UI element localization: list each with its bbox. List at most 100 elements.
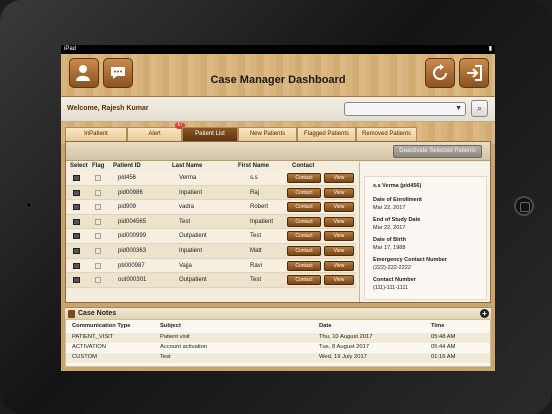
select-checkbox[interactable] [73, 175, 80, 181]
col-subject: Subject [160, 323, 181, 329]
select-checkbox[interactable] [73, 204, 80, 211]
flag-icon[interactable] [95, 233, 101, 240]
dob-value: Mar 17, 1988 [373, 245, 406, 251]
note-time-cell: 05:44 AM [431, 344, 456, 350]
note-type-cell: ACTIVATION [72, 344, 106, 350]
search-button[interactable]: ⌕ [471, 100, 488, 117]
case-note-row[interactable]: PATIENT_VISIT Patient visit Thu, 10 August… [66, 333, 490, 343]
flag-icon[interactable] [95, 204, 101, 211]
patient-table[interactable]: Select Flag Patient ID Last Name First N… [66, 161, 356, 303]
contact-button[interactable]: Contact [287, 187, 321, 198]
col-last-name: Last Name [172, 163, 203, 169]
deactivate-selected-button[interactable]: Deactivate Selected Patients [393, 145, 482, 158]
tab-label: New Patients [249, 131, 286, 137]
add-note-button[interactable]: + [480, 309, 489, 318]
col-contact: Contact [292, 163, 315, 169]
first-name-cell: Test [250, 277, 262, 284]
flag-icon[interactable] [95, 175, 101, 181]
col-flag: Flag [92, 163, 105, 169]
table-row[interactable]: pid456 Verma s.s Contact View [66, 171, 356, 186]
col-date: Date [319, 323, 332, 329]
select-checkbox[interactable] [73, 189, 80, 196]
contact-button[interactable]: Contact [287, 173, 321, 183]
view-button[interactable]: View [324, 173, 354, 183]
patient-id-cell: pb000987 [118, 262, 145, 269]
tab-inpatient[interactable]: InPatient [65, 127, 127, 142]
last-name-cell: Test [179, 218, 191, 225]
case-note-row[interactable]: ACTIVATION Account activation Tue, 8 Augus… [66, 343, 490, 353]
refresh-icon [433, 64, 447, 80]
table-row[interactable]: pid000363 Inpatient Matt Contact View [66, 244, 356, 259]
tab-label: Patient List [195, 131, 225, 137]
flag-icon[interactable] [95, 262, 101, 269]
status-bar: iPad ▮ [61, 45, 495, 54]
view-button[interactable]: View [324, 246, 354, 256]
logout-button[interactable] [459, 58, 489, 88]
select-checkbox[interactable] [73, 248, 80, 254]
flag-icon[interactable] [95, 189, 101, 196]
contact-button[interactable]: Contact [287, 216, 321, 227]
select-checkbox[interactable] [73, 277, 80, 284]
flag-icon[interactable] [95, 277, 101, 284]
select-checkbox[interactable] [73, 218, 80, 225]
view-button[interactable]: View [324, 260, 354, 271]
first-name-cell: Robert [250, 204, 269, 211]
welcome-bar: Welcome, Rajesh Kumar ▼ ⌕ [61, 97, 495, 122]
tab-removed-patients[interactable]: Removed Patients [356, 127, 417, 142]
case-notes-table[interactable]: Communication Type Subject Date Time PAT… [65, 319, 491, 367]
note-date-cell: Thu, 10 August 2017 [319, 334, 373, 340]
last-name-cell: Inpatient [179, 189, 203, 196]
carrier-label: iPad [64, 46, 77, 52]
last-name-cell: Outpatient [179, 277, 207, 284]
contact-button[interactable]: Contact [287, 202, 321, 213]
flag-icon[interactable] [95, 248, 101, 254]
table-body: pid456 Verma s.s Contact View pid00986 Inpatie… [66, 171, 356, 303]
select-checkbox[interactable] [73, 262, 80, 269]
table-row[interactable]: pid00986 Inpatient Raj Contact View [66, 185, 356, 201]
table-row[interactable]: pid000999 Outpatient Test Contact View [66, 229, 356, 244]
note-date-cell: Wed, 19 July 2017 [319, 354, 367, 360]
patient-id-cell: pid456 [118, 175, 137, 181]
first-name-cell: s.s [250, 175, 258, 181]
table-header: Select Flag Patient ID Last Name First N… [66, 161, 356, 171]
tab-flagged-patients[interactable]: Flagged Patients [297, 127, 356, 142]
view-button[interactable]: View [324, 187, 354, 198]
patient-search-select[interactable]: ▼ [344, 102, 466, 116]
patient-list-panel: Deactivate Selected Patients Select Flag… [65, 141, 491, 303]
end-of-study-value: Mar 22, 2017 [373, 225, 406, 231]
table-row[interactable]: out000301 Outpatient Test Contact View [66, 273, 356, 288]
select-checkbox[interactable] [73, 233, 80, 240]
table-row[interactable]: pb000987 Vajja Ravi Contact View [66, 258, 356, 274]
col-first-name: First Name [238, 163, 270, 169]
patient-id-cell: out000301 [118, 277, 147, 284]
table-row[interactable]: pid909 vadra Robert Contact View [66, 200, 356, 215]
refresh-button[interactable] [425, 58, 455, 88]
tab-alert[interactable]: Alert 67 [127, 122, 185, 142]
tab-patient-list[interactable]: Patient List [182, 127, 238, 142]
case-notes-header: Case Notes + [65, 307, 491, 319]
flag-icon[interactable] [95, 218, 101, 225]
home-button[interactable] [514, 196, 534, 216]
view-button[interactable]: View [324, 275, 354, 286]
tab-label: Removed Patients [361, 131, 412, 137]
contact-button[interactable]: Contact [287, 246, 321, 256]
patient-id-cell: pid004565 [118, 218, 147, 225]
last-name-cell: Outpatient [179, 233, 207, 240]
view-button[interactable]: View [324, 216, 354, 227]
contact-button[interactable]: Contact [287, 260, 321, 271]
last-name-cell: Vajja [179, 262, 192, 269]
battery-icon: ▮ [488, 46, 492, 52]
note-type-cell: CUSTOM [72, 354, 98, 360]
contact-button[interactable]: Contact [287, 231, 321, 242]
search-icon: ⌕ [476, 103, 483, 113]
view-button[interactable]: View [324, 202, 354, 213]
col-select: Select [70, 163, 88, 169]
tab-new-patients[interactable]: New Patients [238, 127, 297, 142]
tab-label: Alert [148, 131, 161, 137]
table-row[interactable]: pid004565 Test Inpatient Contact View [66, 214, 356, 230]
view-button[interactable]: View [324, 231, 354, 242]
note-type-cell: PATIENT_VISIT [72, 334, 114, 340]
contact-button[interactable]: Contact [287, 275, 321, 286]
case-note-row[interactable]: CUSTOM Test Wed, 19 July 2017 01:16 AM [66, 353, 490, 363]
patient-id-cell: pid00986 [118, 189, 143, 196]
